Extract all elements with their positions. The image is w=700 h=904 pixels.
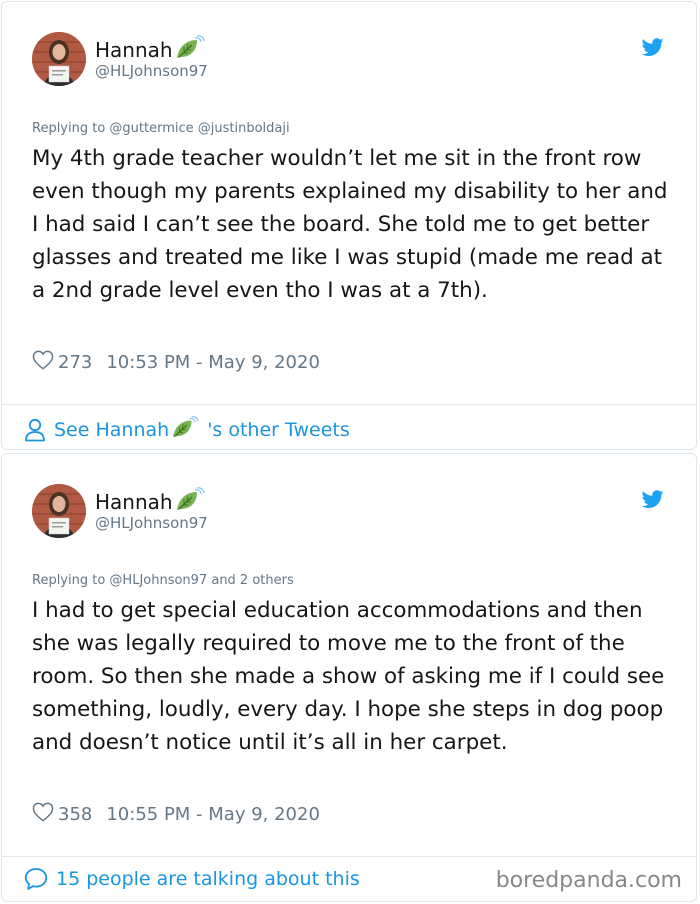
leaf-emoji-icon (175, 486, 205, 517)
speech-bubble-icon (24, 868, 48, 890)
divider (2, 856, 696, 857)
conversation-count[interactable]: 15 people are talking about this (56, 868, 360, 890)
leaf-emoji-icon (171, 415, 207, 444)
timestamp[interactable]: 10:53 PM - May 9, 2020 (106, 352, 320, 373)
replying-to: Replying to @HLJohnson97 and 2 others (32, 573, 294, 588)
avatar[interactable] (32, 32, 86, 86)
display-name[interactable]: Hannah (95, 34, 205, 65)
timestamp[interactable]: 10:55 PM - May 9, 2020 (106, 804, 320, 825)
user-handle[interactable]: @HLJohnson97 (95, 62, 208, 80)
like-count[interactable]: 273 (58, 352, 92, 373)
tweet-meta: 358 10:55 PM - May 9, 2020 (32, 802, 320, 827)
watermark: boredpanda.com (495, 868, 682, 893)
heart-icon[interactable] (32, 350, 54, 375)
divider (2, 404, 696, 405)
user-handle[interactable]: @HLJohnson97 (95, 514, 208, 532)
display-name-text[interactable]: Hannah (95, 490, 173, 514)
tweet-meta: 273 10:53 PM - May 9, 2020 (32, 350, 320, 375)
tweet-card[interactable]: Hannah @HLJohnson97 Replying to @gutterm… (1, 1, 697, 450)
avatar[interactable] (32, 484, 86, 538)
tweet-card[interactable]: Hannah @HLJohnson97 Replying to @HLJohns… (1, 453, 697, 902)
see-other-tweets-link[interactable]: See Hannah 's other Tweets (24, 415, 350, 444)
like-count[interactable]: 358 (58, 804, 92, 825)
heart-icon[interactable] (32, 802, 54, 827)
tweet-text: I had to get special education accommoda… (32, 598, 665, 755)
twitter-bird-icon[interactable] (640, 35, 666, 61)
conversation-link[interactable]: 15 people are talking about this (24, 867, 360, 891)
person-icon (25, 418, 45, 441)
replying-to: Replying to @guttermice @justinboldaji (32, 121, 290, 136)
twitter-bird-icon[interactable] (640, 487, 666, 513)
see-other-tweets-suffix[interactable]: 's other Tweets (207, 419, 350, 441)
display-name-text[interactable]: Hannah (95, 38, 173, 62)
tweet-text: My 4th grade teacher wouldn’t let me sit… (32, 146, 668, 303)
see-other-tweets-prefix[interactable]: See Hannah (54, 419, 169, 441)
leaf-emoji-icon (175, 34, 205, 65)
display-name[interactable]: Hannah (95, 486, 205, 517)
